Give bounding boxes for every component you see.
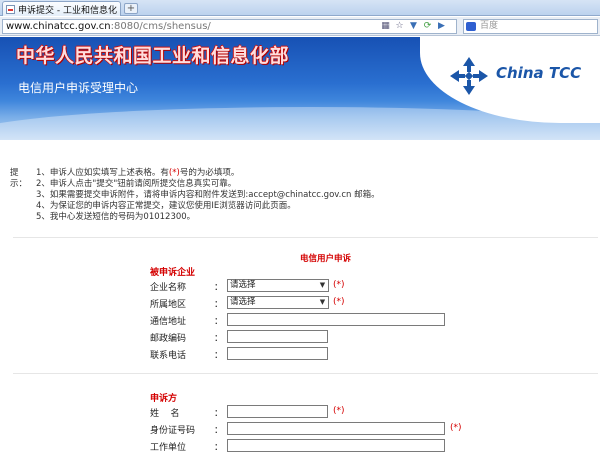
region-label: 所属地区 — [150, 300, 187, 310]
address-row: 通信地址 ： — [0, 313, 600, 327]
work-unit-label: 工作单位 — [150, 443, 187, 453]
work-unit-row: 工作单位 ： — [0, 439, 600, 453]
browser-address-bar: www.chinatcc.gov.cn:8080/cms/shensus/ ▦ … — [0, 17, 600, 36]
company-row: 企业名称 ： 请选择 ▼ (*) — [150, 279, 345, 293]
logo-text: China TCC — [496, 64, 582, 82]
new-tab-button[interactable]: + — [124, 3, 138, 14]
region-row: 所属地区 ： 请选择 ▼ (*) — [150, 296, 345, 310]
name-row: 姓 名 ： (*) — [150, 405, 345, 419]
url-path: :8080/cms/shensus/ — [110, 21, 211, 32]
address-label: 通信地址 — [150, 317, 187, 327]
notes-heading: 提示： — [10, 168, 28, 189]
go-arrow-icon[interactable]: ▶ — [436, 21, 447, 32]
name-label: 姓 名 — [150, 409, 180, 419]
phone-row: 联系电话 ： — [0, 347, 600, 361]
favorite-star-icon[interactable]: ☆ — [394, 21, 405, 32]
chevron-down-icon: ▼ — [319, 298, 326, 306]
company-label: 企业名称 — [150, 283, 187, 293]
note-item: 4、为保证您的申诉内容正常提交，建议您使用IE浏览器访问此页面。 — [36, 201, 296, 211]
browser-tab-title: 申诉提交 - 工业和信息化 — [18, 5, 117, 16]
required-mark: (*) — [333, 297, 345, 307]
compatibility-view-icon[interactable]: ▦ — [380, 21, 391, 32]
browser-tab-bar: 申诉提交 - 工业和信息化 + — [0, 0, 600, 16]
address-bar-icons: ▦ ☆ ▼ ⟳ ▶ — [380, 21, 447, 32]
required-mark: (*) — [450, 423, 462, 433]
postcode-label: 邮政编码 — [150, 334, 187, 344]
china-tcc-logo-icon — [450, 57, 488, 95]
note-item: 2、申诉人点击"提交"钮前请阅所提交信息真实可靠。 — [36, 179, 237, 189]
work-unit-input[interactable] — [227, 439, 445, 452]
postcode-input[interactable] — [227, 330, 328, 343]
phone-input[interactable] — [227, 347, 328, 360]
phone-label: 联系电话 — [150, 351, 187, 361]
chevron-down-icon: ▼ — [319, 281, 326, 289]
postcode-row: 邮政编码 ： — [0, 330, 600, 344]
url-host: www.chinatcc.gov.cn — [6, 21, 111, 32]
region-select[interactable]: 请选择 ▼ — [227, 296, 329, 309]
required-mark: (*) — [333, 280, 345, 290]
address-input[interactable] — [227, 313, 445, 326]
note-item: 3、如果需要提交申诉附件，请将申诉内容和附件发送到:accept@chinatc… — [36, 190, 380, 200]
id-number-input[interactable] — [227, 422, 445, 435]
browser-tab[interactable]: 申诉提交 - 工业和信息化 — [2, 1, 121, 16]
note-item: 5、我中心发送短信的号码为01012300。 — [36, 212, 196, 222]
dropdown-arrow-icon[interactable]: ▼ — [408, 21, 419, 32]
id-number-row: 身份证号码 ： (*) — [150, 422, 462, 436]
site-subtitle: 电信用户申诉受理中心 — [18, 81, 139, 95]
name-input[interactable] — [227, 405, 328, 418]
site-title: 中华人民共和国工业和信息化部 — [16, 45, 290, 67]
form-title: 电信用户申诉 — [300, 254, 352, 264]
section-divider — [13, 373, 598, 374]
notes-list: 1、申诉人应如实填写上述表格。有(*)号的为必填项。 2、申诉人点击"提交"钮前… — [36, 168, 576, 223]
note-item: 1、申诉人应如实填写上述表格。有(*)号的为必填项。 — [36, 168, 240, 178]
required-mark: (*) — [333, 406, 345, 416]
search-engine-icon — [466, 22, 476, 31]
section-divider — [13, 237, 598, 238]
id-number-label: 身份证号码 — [150, 426, 196, 436]
site-banner: 中华人民共和国工业和信息化部 电信用户申诉受理中心 China TCC — [0, 37, 600, 140]
page-favicon-icon — [6, 4, 15, 14]
respondent-section-title: 被申诉企业 — [150, 268, 196, 278]
search-placeholder: 百度 — [480, 21, 499, 31]
refresh-icon[interactable]: ⟳ — [422, 21, 433, 32]
company-select[interactable]: 请选择 ▼ — [227, 279, 329, 292]
search-input[interactable]: 百度 — [463, 19, 598, 34]
complainant-section-title: 申诉方 — [150, 394, 178, 404]
